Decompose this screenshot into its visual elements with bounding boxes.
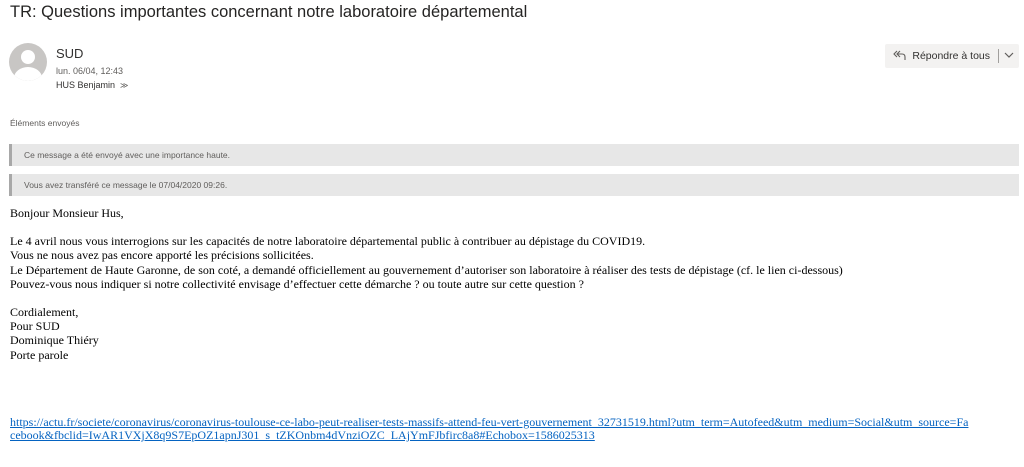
body-line: Vous ne nous avez pas encore apporté les…: [10, 248, 314, 263]
recipient-line: HUS Benjamin ≫: [56, 80, 128, 90]
reply-all-button[interactable]: Répondre à tous: [885, 49, 998, 64]
reply-all-label: Répondre à tous: [912, 50, 990, 62]
signature-line: Porte parole: [10, 347, 69, 362]
signature-line: Dominique Thiéry: [10, 333, 99, 348]
email-subject: TR: Questions importantes concernant not…: [10, 3, 528, 21]
folder-label[interactable]: Éléments envoyés: [10, 118, 79, 128]
reply-all-group: Répondre à tous: [885, 44, 1019, 68]
email-body: Bonjour Monsieur Hus, Le 4 avril nous vo…: [10, 206, 843, 362]
importance-info-bar: Ce message a été envoyé avec une importa…: [9, 144, 1019, 166]
avatar-head-shape: [21, 50, 35, 64]
avatar-body-shape: [14, 67, 42, 81]
article-link[interactable]: https://actu.fr/societe/coronavirus/coro…: [10, 416, 970, 442]
greeting: Bonjour Monsieur Hus,: [10, 206, 124, 220]
expand-recipients-icon[interactable]: ≫: [120, 81, 128, 90]
sent-date: lun. 06/04, 12:43: [56, 66, 124, 76]
chevron-down-icon[interactable]: [999, 51, 1019, 61]
signature-line: Cordialement,: [10, 305, 79, 320]
signature-line: Pour SUD: [10, 319, 60, 334]
body-line: Le 4 avril nous vous interrogions sur le…: [10, 234, 646, 249]
sender-name[interactable]: SUD: [56, 46, 83, 61]
recipient-name[interactable]: HUS Benjamin: [56, 80, 115, 90]
body-line: Pouvez-vous nous indiquer si notre colle…: [10, 276, 584, 291]
sender-avatar[interactable]: [9, 43, 47, 81]
reply-all-icon: [893, 49, 906, 64]
forwarded-info-bar: Vous avez transféré ce message le 07/04/…: [9, 174, 1019, 196]
body-line: Le Département de Haute Garonne, de son …: [10, 262, 843, 277]
